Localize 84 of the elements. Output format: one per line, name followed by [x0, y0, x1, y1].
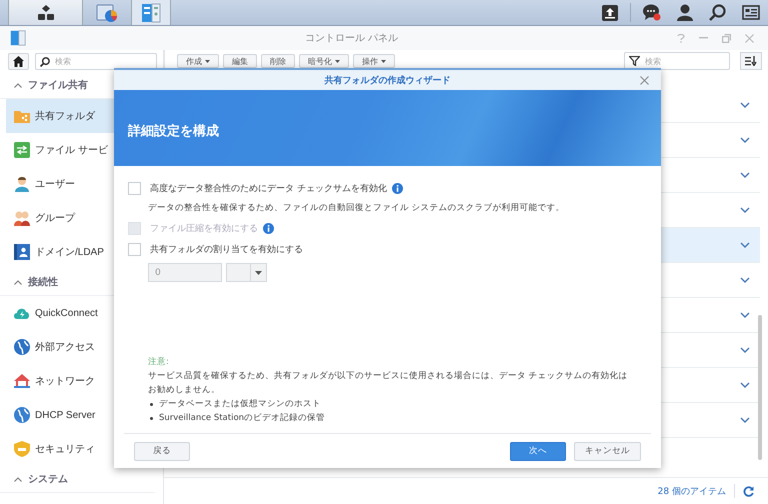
app-grid-icon: [36, 4, 54, 20]
chevron-down-icon: [740, 382, 750, 388]
filter-field[interactable]: 検索: [624, 52, 730, 70]
globe-icon: [14, 339, 30, 355]
sidebar-item-label: DHCP Server: [35, 410, 96, 420]
id-icon: [14, 244, 30, 260]
section-title: ファイル共有: [28, 78, 88, 92]
item-count: 28 個のアイテム: [658, 486, 726, 498]
sidebar-item-label: セキュリティ: [35, 443, 95, 456]
chevron-down-icon: [740, 242, 750, 248]
chevron-down-icon: [740, 347, 750, 353]
info-icon[interactable]: [392, 183, 403, 194]
toolbar-button[interactable]: 編集: [223, 54, 257, 68]
folder-icon: [14, 108, 30, 124]
sidebar-item-label: QuickConnect: [35, 308, 98, 318]
chevron-down-icon: [740, 417, 750, 423]
sidebar-item-label: ユーザー: [35, 178, 75, 191]
option-description: データの整合性を確保するため、ファイルの自動回復とファイル システムのスクラブが利用可能です。: [148, 202, 566, 215]
back-button[interactable]: 戻る: [134, 442, 190, 460]
note-text: サービス品質を確保するため、共有フォルダが以下のサービスに使用される場合には、データ チェックサムの有効化はお勧めしません。: [148, 370, 629, 397]
globe-icon: [14, 407, 30, 423]
checkbox-label: 共有フォルダの割り当てを有効にする: [150, 244, 303, 256]
toolbar-button[interactable]: 暗号化: [299, 54, 349, 68]
shield-icon: [14, 441, 30, 457]
sidebar-item-label: ファイル サービ: [35, 144, 108, 157]
search-icon[interactable]: [709, 4, 726, 21]
search-field[interactable]: 検索: [35, 52, 157, 70]
minimize-icon[interactable]: [699, 37, 708, 39]
people-icon: [14, 210, 30, 226]
chevron-down-icon: [740, 207, 750, 213]
restore-icon[interactable]: [722, 34, 731, 42]
sidebar-item[interactable]: QuickConnect: [6, 296, 157, 330]
checkbox[interactable]: [128, 243, 141, 256]
refresh-icon[interactable]: [743, 486, 754, 496]
widgets-icon[interactable]: [742, 5, 760, 20]
toolbar-button[interactable]: 削除: [261, 54, 295, 68]
chevron-down-icon: [740, 277, 750, 283]
sidebar-item-label: ネットワーク: [35, 375, 95, 388]
control-panel-icon: [141, 2, 161, 22]
bullet-text: データベースまたは仮想マシンのホスト: [159, 398, 321, 410]
sidebar-item-label: グループ: [35, 212, 75, 225]
filter-icon: [629, 56, 640, 66]
caret-icon: [255, 270, 262, 274]
control-panel-icon: [10, 30, 26, 46]
sort-button[interactable]: [740, 52, 762, 70]
main-menu-button[interactable]: [8, 0, 83, 25]
bullet-text: Surveillance Stationのビデオ記録の保管: [159, 412, 326, 424]
home-button[interactable]: [8, 52, 29, 70]
chevron-down-icon: [740, 312, 750, 318]
scrollbar[interactable]: [758, 315, 762, 460]
toolbar-button[interactable]: 作成: [177, 54, 219, 68]
section-title: 接続性: [28, 276, 58, 289]
close-icon[interactable]: [745, 34, 754, 42]
bullet-icon: [150, 416, 153, 420]
sort-icon: [745, 56, 757, 66]
section-title: システム: [28, 473, 68, 486]
bullet-icon: [150, 402, 153, 406]
chevron-down-icon: [740, 172, 750, 178]
taskbar-app[interactable]: [131, 0, 171, 25]
upload-icon[interactable]: [602, 4, 618, 20]
sidebar-item-label: 共有フォルダ: [35, 110, 95, 123]
notification-chat-icon[interactable]: [643, 4, 661, 21]
note-title: 注意:: [148, 356, 170, 369]
home-icon: [13, 56, 24, 66]
user-icon[interactable]: [677, 4, 693, 21]
storage-app-icon: [96, 2, 118, 22]
next-button[interactable]: 次へ: [510, 442, 566, 460]
sidebar-item-label: 外部アクセス: [35, 340, 95, 354]
sidebar-item[interactable]: DHCP Server: [6, 398, 157, 432]
search-icon: [40, 56, 50, 66]
toolbar-button[interactable]: 操作: [353, 54, 395, 68]
chevron-down-icon: [740, 102, 750, 108]
person-icon: [14, 176, 30, 192]
checkbox-label: ファイル圧縮を有効にする: [150, 222, 258, 235]
sidebar-item-label: ドメイン/LDAP: [35, 246, 104, 259]
close-icon[interactable]: [640, 76, 649, 85]
cancel-button[interactable]: キャンセル: [574, 442, 641, 460]
house-icon: [14, 373, 30, 389]
chevron-down-icon: [740, 137, 750, 143]
window-title: コントロール パネル: [304, 32, 400, 45]
checkbox[interactable]: [128, 182, 141, 195]
dialog-title: 共有フォルダの作成ウィザード: [324, 74, 450, 86]
checkbox-label: 高度なデータ整合性のためにデータ チェックサムを有効化: [150, 182, 387, 195]
help-icon[interactable]: [677, 34, 685, 42]
